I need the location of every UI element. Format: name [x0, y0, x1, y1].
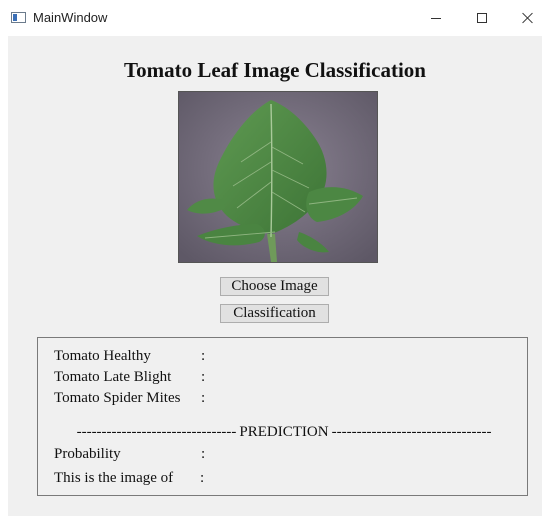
- maximize-icon: [477, 13, 487, 23]
- main-window: MainWindow Tomato Leaf Image Classificat…: [0, 0, 550, 524]
- image-of-label: This is the image of: [54, 470, 174, 486]
- app-icon: [11, 12, 26, 23]
- probability-separator: :: [201, 446, 206, 462]
- classification-button[interactable]: Classification: [220, 304, 329, 323]
- result-separator-healthy: :: [201, 348, 206, 364]
- close-button[interactable]: [505, 0, 550, 36]
- divider-dashes-left: --------------------------------: [76, 424, 237, 440]
- prediction-label: PREDICTION: [239, 424, 329, 440]
- result-separator-late-blight: :: [201, 369, 206, 385]
- tomato-leaf-image: [179, 92, 377, 262]
- results-panel: Tomato Healthy : Tomato Late Blight : To…: [37, 337, 528, 496]
- image-of-separator: :: [200, 470, 205, 486]
- choose-image-button[interactable]: Choose Image: [220, 277, 329, 296]
- prediction-divider: -------------------------------- PREDICT…: [46, 424, 522, 441]
- divider-dashes-right: --------------------------------: [331, 424, 492, 440]
- page-title: Tomato Leaf Image Classification: [124, 58, 426, 82]
- result-label-spider-mites: Tomato Spider Mites: [54, 390, 181, 406]
- close-icon: [522, 12, 534, 24]
- minimize-icon: [431, 17, 441, 19]
- client-area: Tomato Leaf Image Classification Choose …: [8, 36, 542, 516]
- maximize-button[interactable]: [459, 0, 505, 36]
- result-label-healthy: Tomato Healthy: [54, 348, 151, 364]
- result-separator-spider-mites: :: [201, 390, 206, 406]
- window-title: MainWindow: [33, 10, 108, 25]
- result-label-late-blight: Tomato Late Blight: [54, 369, 172, 385]
- probability-label: Probability: [54, 446, 121, 462]
- minimize-button[interactable]: [413, 0, 459, 36]
- title-bar[interactable]: MainWindow: [0, 0, 550, 36]
- leaf-image-display: [178, 91, 378, 263]
